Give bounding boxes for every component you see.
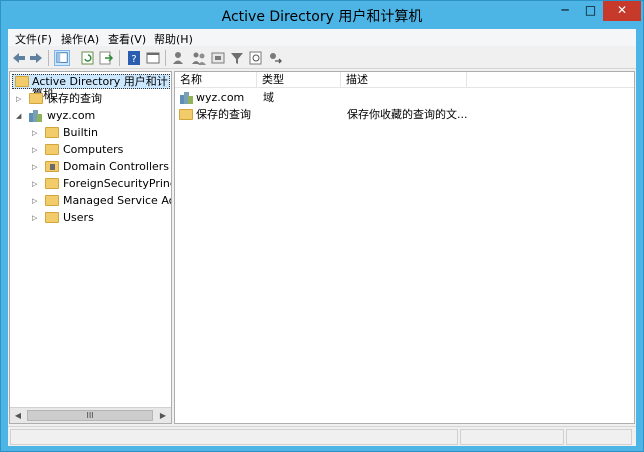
- tree-item-saved-queries[interactable]: ▷ 保存的查询: [10, 91, 171, 107]
- list-item[interactable]: wyz.com 域: [175, 90, 634, 106]
- toolbar-separator: [165, 50, 166, 66]
- expand-icon[interactable]: ▷: [32, 210, 39, 226]
- tree-item-foreign-security-principals[interactable]: ▷ ForeignSecurityPrincipals: [10, 176, 171, 192]
- tree-item-label: wyz.com: [47, 109, 96, 122]
- tree-item-label: Builtin: [63, 126, 98, 139]
- filter-icon[interactable]: [229, 50, 245, 66]
- tree-item-label: Managed Service Accounts: [63, 194, 171, 207]
- folder-icon: [45, 144, 59, 155]
- toolbar-separator: [119, 50, 120, 66]
- tree-item-label: Computers: [63, 143, 124, 156]
- add-user-icon[interactable]: [171, 50, 187, 66]
- close-button[interactable]: ✕: [603, 1, 641, 21]
- properties-icon[interactable]: [145, 50, 161, 66]
- status-cell-3: [566, 429, 632, 445]
- client-area: 文件(F) 操作(A) 查看(V) 帮助(H) ? Active Directo…: [8, 29, 636, 446]
- ou-folder-icon: [45, 161, 59, 172]
- tree-item-computers[interactable]: ▷ Computers: [10, 142, 171, 158]
- console-tree-icon[interactable]: [54, 50, 70, 66]
- export-icon[interactable]: [98, 50, 114, 66]
- console-tree-pane[interactable]: Active Directory 用户和计算机 ▷ 保存的查询 ◢ wyz.co…: [9, 71, 172, 424]
- expand-icon[interactable]: ▷: [32, 142, 39, 158]
- domain-icon: [180, 92, 193, 104]
- column-header-row: 名称 类型 描述: [175, 72, 634, 88]
- maximize-button[interactable]: □: [578, 1, 603, 21]
- folder-icon: [45, 195, 59, 206]
- folder-icon: [45, 127, 59, 138]
- tree-item-label: ForeignSecurityPrincipals: [63, 177, 171, 190]
- toolbar: ?: [8, 47, 636, 69]
- tree-item-builtin[interactable]: ▷ Builtin: [10, 125, 171, 141]
- minimize-button[interactable]: ─: [552, 1, 578, 21]
- menu-file[interactable]: 文件(F): [15, 31, 52, 47]
- find-icon[interactable]: [248, 50, 264, 66]
- title-bar[interactable]: Active Directory 用户和计算机 ─ □ ✕: [1, 1, 643, 29]
- refresh-icon[interactable]: [80, 50, 96, 66]
- tree-item-label: 保存的查询: [47, 92, 102, 105]
- add-ou-icon[interactable]: [210, 50, 226, 66]
- folder-icon: [29, 93, 43, 104]
- app-window: Active Directory 用户和计算机 ─ □ ✕ 文件(F) 操作(A…: [0, 0, 644, 452]
- details-list-pane[interactable]: 名称 类型 描述 wyz.com 域 保存的查询 保存你收藏的查询的文...: [174, 71, 635, 424]
- status-cell-2: [460, 429, 564, 445]
- expand-icon[interactable]: ▷: [32, 176, 39, 192]
- menu-action[interactable]: 操作(A): [61, 31, 99, 47]
- tree-root-node[interactable]: Active Directory 用户和计算机: [12, 74, 170, 101]
- tree-item-users[interactable]: ▷ Users: [10, 210, 171, 226]
- collapse-icon[interactable]: ◢: [16, 108, 23, 124]
- scroll-right-button[interactable]: ▶: [155, 408, 171, 423]
- menu-bar: 文件(F) 操作(A) 查看(V) 帮助(H): [8, 29, 636, 46]
- column-header-type[interactable]: 类型: [257, 72, 341, 88]
- help-icon[interactable]: ?: [126, 50, 142, 66]
- list-item-name: wyz.com: [196, 91, 245, 104]
- expand-icon[interactable]: ▷: [32, 193, 39, 209]
- tree-item-managed-service-accounts[interactable]: ▷ Managed Service Accounts: [10, 193, 171, 209]
- toolbar-separator: [48, 50, 49, 66]
- expand-icon[interactable]: ▷: [32, 125, 39, 141]
- window-title: Active Directory 用户和计算机: [221, 9, 423, 25]
- expand-icon[interactable]: ▷: [32, 159, 39, 175]
- list-item-type: 域: [263, 91, 274, 104]
- status-cell-main: [10, 429, 458, 445]
- list-item-description: 保存你收藏的查询的文...: [347, 108, 468, 121]
- folder-icon: [45, 212, 59, 223]
- tree-horizontal-scrollbar[interactable]: ◀ III ▶: [10, 407, 171, 423]
- svg-text:?: ?: [131, 54, 136, 65]
- status-bar: [8, 426, 636, 446]
- list-item[interactable]: 保存的查询 保存你收藏的查询的文...: [175, 107, 634, 123]
- snapin-icon: [15, 76, 29, 87]
- expand-icon[interactable]: ▷: [16, 91, 23, 107]
- list-item-name: 保存的查询: [196, 108, 251, 121]
- column-header-name[interactable]: 名称: [175, 72, 257, 88]
- tree-item-domain-controllers[interactable]: ▷ Domain Controllers: [10, 159, 171, 175]
- tree-item-domain[interactable]: ◢ wyz.com: [10, 108, 171, 124]
- domain-icon: [29, 110, 42, 122]
- scroll-thumb[interactable]: III: [27, 410, 153, 421]
- folder-icon: [179, 109, 193, 120]
- add-group-icon[interactable]: [191, 50, 207, 66]
- folder-icon: [45, 178, 59, 189]
- menu-help[interactable]: 帮助(H): [154, 31, 193, 47]
- menu-view[interactable]: 查看(V): [108, 31, 146, 47]
- tree-item-label: Users: [63, 211, 94, 224]
- move-icon[interactable]: [267, 50, 283, 66]
- back-arrow-icon[interactable]: [11, 50, 27, 66]
- column-header-description[interactable]: 描述: [341, 72, 467, 88]
- scroll-left-button[interactable]: ◀: [10, 408, 26, 423]
- tree-item-label: Domain Controllers: [63, 160, 170, 173]
- forward-arrow-icon[interactable]: [28, 50, 44, 66]
